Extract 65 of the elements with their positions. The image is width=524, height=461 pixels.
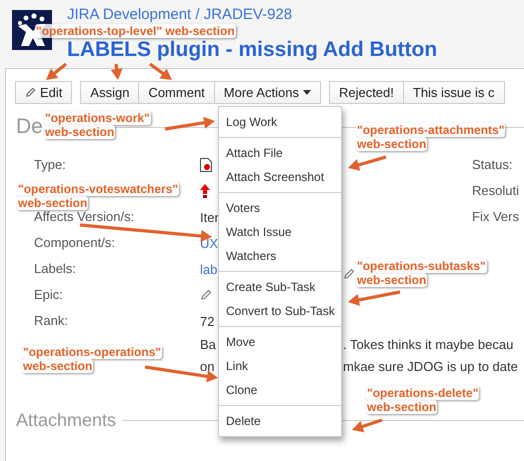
menu-item[interactable]: Voters xyxy=(219,196,341,220)
field-value: . Tokes thinks it maybe becau xyxy=(343,336,514,354)
field-value: on xyxy=(200,358,214,376)
menu-item[interactable]: Move xyxy=(219,330,341,354)
toolbar-button[interactable]: Assign xyxy=(80,81,140,104)
breadcrumb[interactable]: JIRA Development / JRADEV-928 xyxy=(67,6,292,23)
menu-item[interactable]: Log Work xyxy=(219,110,341,134)
annotation-arrow xyxy=(348,290,400,306)
field-label: Fix Vers xyxy=(472,208,520,226)
field-label: Epic: xyxy=(33,286,63,304)
pencil-icon xyxy=(25,87,36,98)
field-label: Status: xyxy=(472,156,514,174)
field-label: Resoluti xyxy=(472,182,520,200)
field-label: Type: xyxy=(33,156,66,174)
annotation-arrow xyxy=(149,62,172,80)
field-value: 72 xyxy=(200,314,214,328)
menu-item[interactable]: Convert to Sub-Task xyxy=(219,299,341,323)
toolbar-button[interactable]: Comment xyxy=(138,81,215,104)
annotation-label: "operations-operations" xyxy=(22,345,162,359)
annotation-label: web-section xyxy=(44,125,116,139)
issue-title: LABELS plugin - missing Add Button xyxy=(67,38,438,62)
annotation-label: "operations-work" xyxy=(44,111,151,125)
annotation-arrow xyxy=(110,64,123,80)
menu-item[interactable]: Watchers xyxy=(219,244,341,268)
menu-item[interactable]: Create Sub-Task xyxy=(219,275,341,299)
field-label: Component/s: xyxy=(33,234,115,252)
annotation-label: web-section xyxy=(22,359,94,373)
annotation-label: "operations-attachments" xyxy=(356,123,506,137)
pencil-icon[interactable] xyxy=(343,268,355,280)
field-label: Labels: xyxy=(33,260,76,278)
annotation-label: "operations-top-level" web-section xyxy=(35,24,236,38)
annotation-arrow xyxy=(46,62,67,80)
toolbar-button[interactable]: Rejected! xyxy=(328,81,404,104)
pencil-icon[interactable] xyxy=(200,289,212,301)
bug-type-icon xyxy=(200,158,212,172)
annotation-arrow xyxy=(164,116,215,131)
field-link[interactable]: UX xyxy=(200,236,218,250)
annotation-label: "operations-subtasks" xyxy=(356,259,487,273)
priority-arrow-icon xyxy=(200,184,210,198)
field-label: Rank: xyxy=(33,312,68,330)
menu-item[interactable]: Clone xyxy=(219,378,341,402)
menu-item[interactable]: Attach Screenshot xyxy=(219,165,341,189)
caret-icon xyxy=(302,90,311,95)
annotation-label: web-section xyxy=(366,400,438,414)
field-value: mkae sure JDOG is up to date xyxy=(343,358,518,376)
more-actions-button[interactable]: More Actions xyxy=(214,81,321,104)
annotation-label: "operations-voteswatchers" xyxy=(17,182,180,196)
annotation-arrow xyxy=(348,155,386,171)
toolbar-button[interactable]: This issue is c xyxy=(402,81,505,104)
annotation-label: "operations-delete" xyxy=(366,386,480,400)
section-heading: Attachments xyxy=(16,410,116,431)
menu-item[interactable]: Link xyxy=(219,354,341,378)
toolbar-button[interactable]: Edit xyxy=(15,81,72,104)
field-value: Iter xyxy=(200,210,219,224)
field-label: Affects Version/s: xyxy=(33,208,134,226)
annotation-label: web-section xyxy=(356,137,428,151)
annotation-label: web-section xyxy=(356,273,428,287)
field-value: Ba xyxy=(200,336,216,354)
menu-item[interactable]: Delete xyxy=(219,409,341,433)
annotation-arrow xyxy=(352,418,382,432)
annotation-label: web-section xyxy=(17,196,88,210)
menu-item[interactable]: Watch Issue xyxy=(219,220,341,244)
menu-item[interactable]: Attach File xyxy=(219,141,341,165)
field-link[interactable]: lab xyxy=(200,262,218,276)
section-heading: De xyxy=(16,115,43,139)
